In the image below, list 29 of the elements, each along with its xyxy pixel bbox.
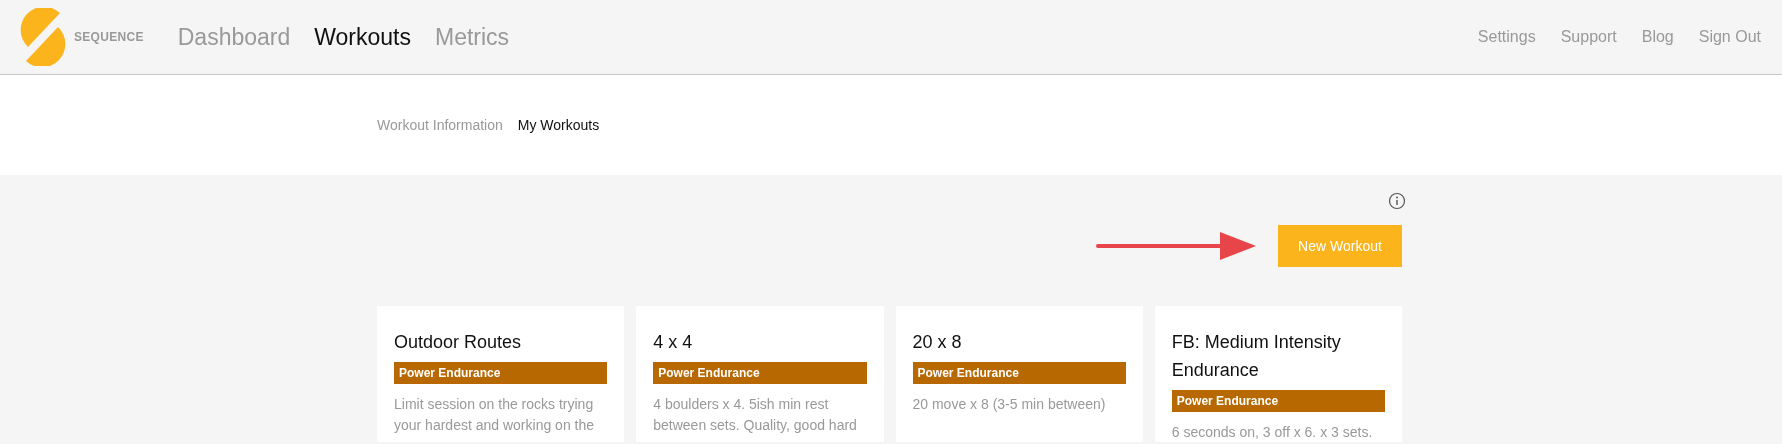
new-workout-button[interactable]: New Workout [1278, 225, 1402, 267]
workout-card[interactable]: 4 x 4 Power Endurance 4 boulders x 4. 5ish min rest between sets. Quality, good hard [636, 306, 884, 442]
workout-title: 20 x 8 [912, 331, 963, 354]
brand-name: SEQUENCE [74, 30, 144, 44]
workout-description: Limit session on the rocks trying your hardest and working on the [394, 395, 595, 435]
workout-description: 20 move x 8 (3-5 min between) [912, 395, 1107, 414]
account-link[interactable]: Settings [1477, 28, 1536, 46]
workout-description: 6 seconds on, 3 off x 6. x 3 sets. [1171, 423, 1374, 442]
workout-card[interactable]: Outdoor Routes Power Endurance Limit session on the rocks trying your hardest and working on the [377, 306, 625, 442]
nav-link[interactable]: Dashboard [177, 23, 291, 51]
account-link[interactable]: Blog [1641, 28, 1674, 46]
sub-tab[interactable]: My Workouts [517, 117, 600, 133]
account-link[interactable]: Support [1560, 28, 1617, 46]
nav-link[interactable]: Workouts [314, 23, 411, 51]
logo-icon [18, 8, 68, 66]
workout-card[interactable]: 20 x 8 Power Endurance 20 move x 8 (3-5 min between) [895, 306, 1143, 442]
workout-title: Outdoor Routes [394, 331, 523, 354]
category-tag: Power Endurance [394, 362, 608, 384]
account-link[interactable]: Sign Out [1698, 28, 1761, 46]
sub-tab[interactable]: Workout Information [377, 117, 503, 133]
info-icon[interactable] [1388, 192, 1406, 210]
workout-title: 4 x 4 [653, 331, 694, 354]
workout-card[interactable]: FB: Medium Intensity Endurance Power Endurance 6 seconds on, 3 off x 6. x 3 sets. [1154, 306, 1402, 442]
workout-description: 4 boulders x 4. 5ish min rest between sets. Quality, good hard [653, 395, 858, 435]
workout-title: FB: Medium Intensity Endurance [1171, 331, 1342, 382]
category-tag: Power Endurance [1171, 390, 1385, 412]
category-tag: Power Endurance [912, 362, 1126, 384]
nav-link[interactable]: Metrics [435, 23, 510, 51]
category-tag: Power Endurance [653, 362, 867, 384]
